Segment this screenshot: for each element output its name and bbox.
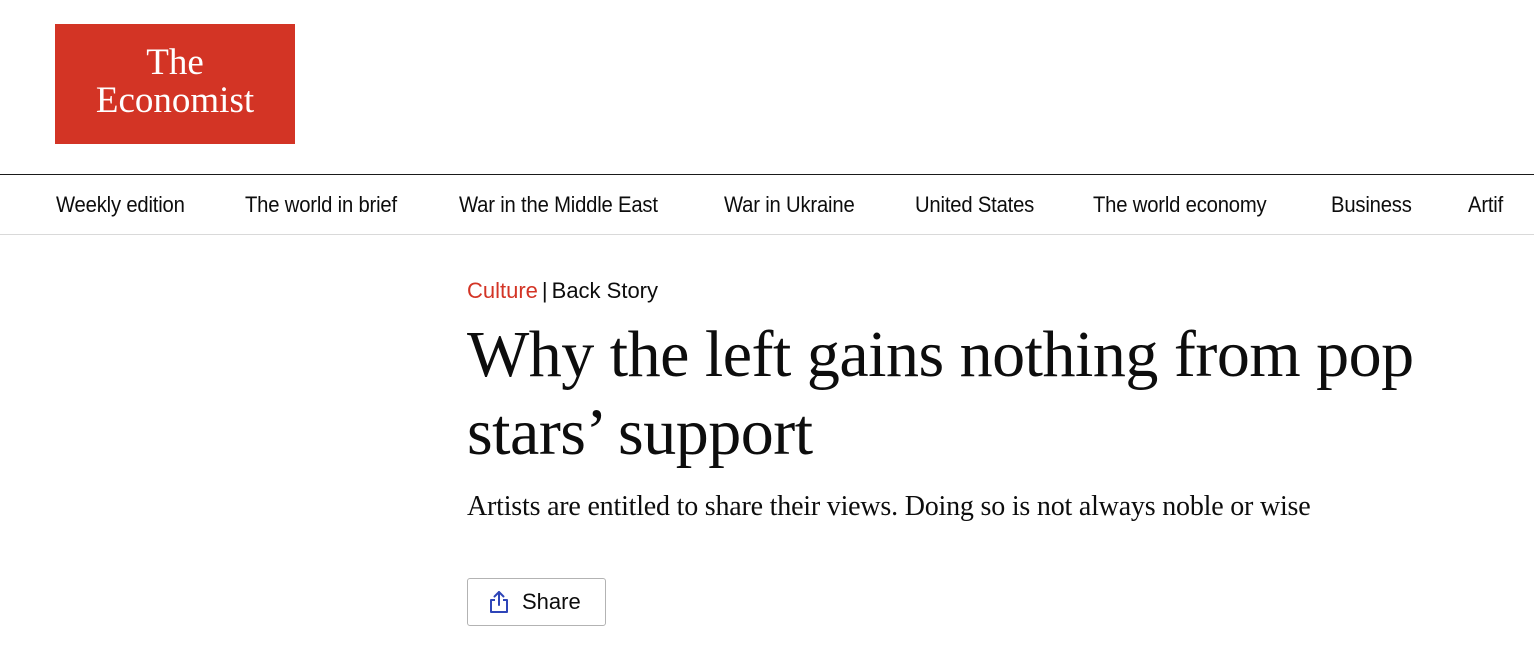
article-headline: Why the left gains nothing from pop star…	[467, 318, 1414, 469]
article-header: Culture | Back Story Why the left gains no…	[467, 274, 1467, 524]
article-rubric: Culture | Back Story	[467, 274, 1467, 308]
nav-item-world-economy[interactable]: The world economy	[1093, 192, 1267, 218]
section-link[interactable]: Culture	[467, 278, 538, 303]
nav-item-war-middle-east[interactable]: War in the Middle East	[459, 192, 658, 218]
nav-item-business[interactable]: Business	[1331, 192, 1412, 218]
rubric-separator: |	[541, 278, 548, 303]
share-label: Share	[522, 589, 581, 614]
nav-item-weekly-edition[interactable]: Weekly edition	[56, 192, 185, 218]
article-subheadline: Artists are entitled to share their view…	[467, 491, 1311, 522]
nav-item-artificial-intelligence[interactable]: Artif	[1468, 192, 1503, 218]
main-navigation: Weekly edition The world in brief War in…	[0, 174, 1534, 235]
nav-item-world-in-brief[interactable]: The world in brief	[245, 192, 397, 218]
share-icon	[490, 591, 508, 613]
nav-item-war-ukraine[interactable]: War in Ukraine	[724, 192, 855, 218]
nav-list: Weekly edition The world in brief War in…	[56, 175, 1506, 234]
nav-item-united-states[interactable]: United States	[915, 192, 1034, 218]
logo-text-economist: Economist	[95, 80, 255, 121]
logo-text-the: The	[146, 42, 204, 83]
economist-logo[interactable]: The Economist	[55, 24, 295, 144]
column-name: Back Story	[551, 278, 659, 303]
share-button[interactable]: Share	[467, 578, 606, 626]
